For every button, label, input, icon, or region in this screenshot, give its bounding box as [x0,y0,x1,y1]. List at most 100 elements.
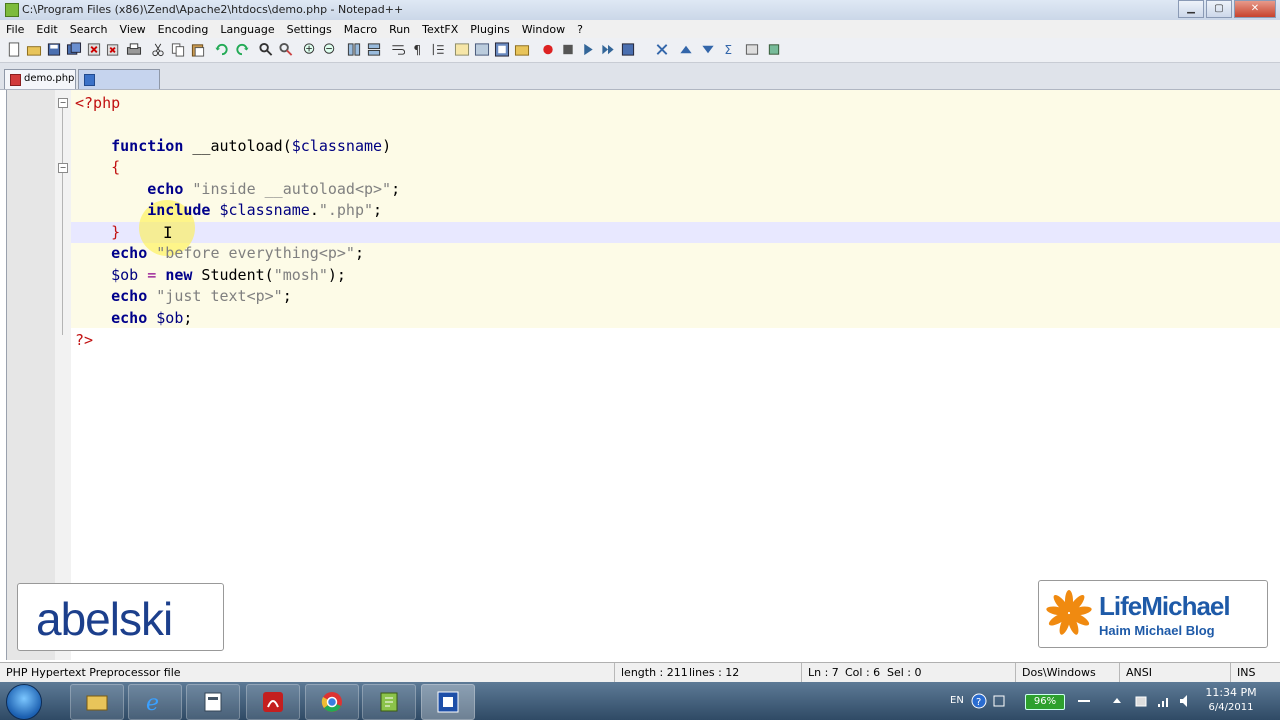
stop-macro-icon[interactable] [560,42,576,57]
tab-second-file[interactable] [78,69,160,89]
fold-line [62,107,63,335]
taskbar-screen-recorder[interactable] [421,684,475,720]
clock-date: 6/4/2011 [1208,702,1254,713]
code-line-3: function __autoload($classname) [111,137,392,155]
copy-icon[interactable] [170,42,186,57]
menu-settings[interactable]: Settings [281,20,338,38]
minimize-button[interactable]: ▁ [1178,0,1204,18]
close-all-icon[interactable] [106,42,122,57]
redo-icon[interactable] [234,42,250,57]
power-plug-icon[interactable] [1133,693,1149,709]
show-hidden-icons-icon[interactable] [1112,696,1122,706]
word-wrap-icon[interactable] [390,42,406,57]
indent-guide-icon[interactable] [430,42,446,57]
sync-vertical-icon[interactable] [346,42,362,57]
textfx-sort-icon[interactable] [654,42,670,57]
current-line-highlight [71,222,1280,243]
svg-text:¶: ¶ [413,43,421,57]
language-icon[interactable] [454,42,470,57]
window-controls: ▁ ▢ ✕ [1176,0,1276,18]
close-button[interactable]: ✕ [1234,0,1276,18]
taskbar-acrobat[interactable] [246,684,300,720]
save-all-icon[interactable] [66,42,82,57]
print-icon[interactable] [126,42,142,57]
internet-explorer-icon: e [146,691,159,714]
textfx-down-icon[interactable] [700,42,716,57]
doc-map-icon[interactable] [474,42,490,57]
status-lines: lines : 12 [689,666,740,679]
fold-margin: − − [55,90,71,660]
menu-help[interactable]: ? [571,20,589,38]
taskbar-internet-explorer[interactable]: e [128,684,182,720]
network-icon[interactable] [1156,693,1172,709]
code-line-10: echo "just text<p>"; [111,287,292,305]
help-icon[interactable]: ? [971,693,987,709]
menu-language[interactable]: Language [214,20,280,38]
new-file-icon[interactable] [6,42,22,57]
taskbar: e EN ? 96% 11:34 PM 6/4/2011 [0,682,1280,720]
play-macro-multiple-icon[interactable] [600,42,616,57]
volume-icon[interactable] [1178,693,1194,709]
function-list-icon[interactable] [494,42,510,57]
abelski-logo-text: abelski [36,593,173,645]
menu-window[interactable]: Window [516,20,571,38]
taskbar-notepad-plus-plus[interactable] [362,684,416,720]
svg-text:e: e [146,691,159,714]
plugin-icon[interactable] [766,42,782,57]
code-line-7: } [111,223,121,241]
textfx-edit-icon[interactable] [744,42,760,57]
show-all-chars-icon[interactable]: ¶ [410,42,426,57]
status-col: Col : 6 [845,666,881,679]
find-icon[interactable] [258,42,274,57]
language-indicator[interactable]: EN [950,682,964,720]
textfx-sigma-icon[interactable]: Σ [722,42,738,57]
save-icon[interactable] [46,42,62,57]
taskbar-document-app[interactable] [186,684,240,720]
tab-demo-php[interactable]: demo.php [4,69,76,89]
tab-bar: demo.php [0,63,1280,90]
maximize-button[interactable]: ▢ [1206,0,1232,18]
menu-run[interactable]: Run [383,20,416,38]
play-macro-icon[interactable] [580,42,596,57]
menu-textfx[interactable]: TextFX [416,20,464,38]
status-file-type: PHP Hypertext Preprocessor file [6,666,181,679]
textfx-up-icon[interactable] [678,42,694,57]
battery-indicator[interactable]: 96% [1025,694,1065,710]
start-button[interactable] [6,684,42,720]
record-macro-icon[interactable] [540,42,556,57]
zoom-in-icon[interactable] [302,42,318,57]
close-file-icon[interactable] [86,42,102,57]
keyboard-settings-icon[interactable] [993,693,1005,709]
replace-icon[interactable] [278,42,294,57]
open-folder-icon[interactable] [26,42,42,57]
menu-edit[interactable]: Edit [30,20,63,38]
toolbar: ¶ Σ [0,38,1280,63]
menu-view[interactable]: View [114,20,152,38]
code-line-11: echo $ob; [111,309,193,327]
cut-icon[interactable] [150,42,166,57]
status-eol: Dos\Windows [1015,663,1118,683]
menu-search[interactable]: Search [64,20,114,38]
code-editor[interactable]: − − <?php function __autoload($classname… [6,90,1280,660]
fold-toggle-php[interactable]: − [58,98,68,108]
taskbar-explorer[interactable] [70,684,124,720]
save-macro-icon[interactable] [620,42,636,57]
folder-workspace-icon[interactable] [514,42,530,57]
code-line-9: $ob = new Student("mosh"); [111,266,346,284]
menu-bar: File Edit Search View Encoding Language … [0,20,1280,38]
menu-macro[interactable]: Macro [338,20,383,38]
menu-encoding[interactable]: Encoding [152,20,215,38]
link-icon[interactable] [1076,694,1092,708]
paste-icon[interactable] [190,42,206,57]
clock[interactable]: 11:34 PM 6/4/2011 [1196,685,1266,715]
menu-file[interactable]: File [0,20,30,38]
screen-recorder-icon [437,691,459,713]
undo-icon[interactable] [214,42,230,57]
taskbar-chrome[interactable] [305,684,359,720]
sync-horizontal-icon[interactable] [366,42,382,57]
fold-toggle-function[interactable]: − [58,163,68,173]
clock-time: 11:34 PM [1205,686,1257,699]
zoom-out-icon[interactable] [322,42,338,57]
folder-icon [86,695,108,711]
menu-plugins[interactable]: Plugins [464,20,515,38]
